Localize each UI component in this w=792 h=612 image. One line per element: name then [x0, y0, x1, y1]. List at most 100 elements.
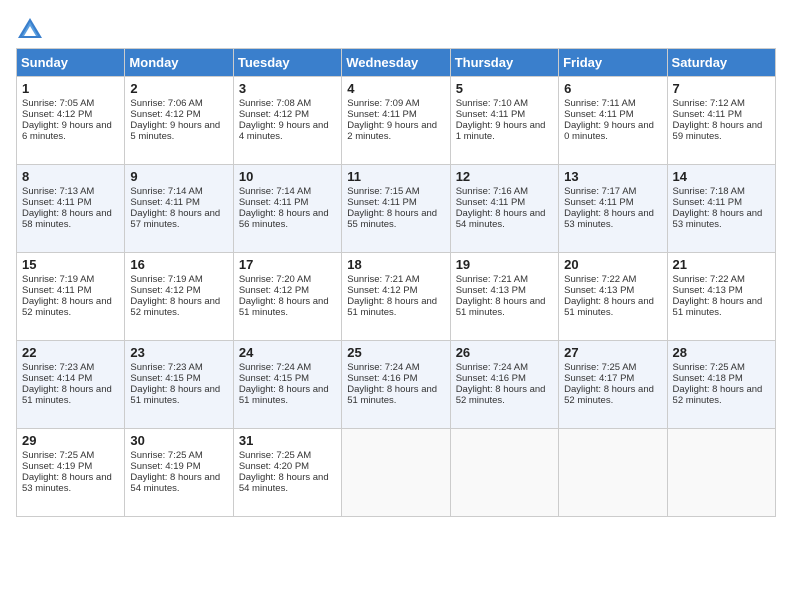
header-sunday: Sunday	[17, 49, 125, 77]
calendar-cell	[559, 429, 667, 517]
sunrise: Sunrise: 7:10 AM	[456, 98, 528, 109]
day-number: 16	[130, 257, 227, 272]
sunset: Sunset: 4:16 PM	[456, 373, 526, 384]
sunset: Sunset: 4:13 PM	[456, 285, 526, 296]
day-number: 19	[456, 257, 553, 272]
header-thursday: Thursday	[450, 49, 558, 77]
daylight: Daylight: 8 hours and 56 minutes.	[239, 208, 329, 230]
sunset: Sunset: 4:11 PM	[456, 197, 526, 208]
sunrise: Sunrise: 7:25 AM	[564, 362, 636, 373]
day-number: 14	[673, 169, 770, 184]
daylight: Daylight: 8 hours and 51 minutes.	[347, 384, 437, 406]
day-number: 15	[22, 257, 119, 272]
sunset: Sunset: 4:11 PM	[22, 285, 92, 296]
daylight: Daylight: 8 hours and 53 minutes.	[22, 472, 112, 494]
sunset: Sunset: 4:11 PM	[673, 109, 743, 120]
daylight: Daylight: 8 hours and 54 minutes.	[239, 472, 329, 494]
day-number: 26	[456, 345, 553, 360]
calendar-cell: 29Sunrise: 7:25 AMSunset: 4:19 PMDayligh…	[17, 429, 125, 517]
day-number: 20	[564, 257, 661, 272]
sunrise: Sunrise: 7:06 AM	[130, 98, 202, 109]
page-header	[16, 16, 776, 40]
week-row-2: 8Sunrise: 7:13 AMSunset: 4:11 PMDaylight…	[17, 165, 776, 253]
calendar-cell: 5Sunrise: 7:10 AMSunset: 4:11 PMDaylight…	[450, 77, 558, 165]
sunset: Sunset: 4:19 PM	[130, 461, 200, 472]
day-number: 2	[130, 81, 227, 96]
calendar-cell: 4Sunrise: 7:09 AMSunset: 4:11 PMDaylight…	[342, 77, 450, 165]
sunset: Sunset: 4:15 PM	[130, 373, 200, 384]
sunrise: Sunrise: 7:25 AM	[130, 450, 202, 461]
week-row-1: 1Sunrise: 7:05 AMSunset: 4:12 PMDaylight…	[17, 77, 776, 165]
sunrise: Sunrise: 7:25 AM	[239, 450, 311, 461]
sunrise: Sunrise: 7:24 AM	[456, 362, 528, 373]
sunset: Sunset: 4:17 PM	[564, 373, 634, 384]
sunrise: Sunrise: 7:22 AM	[673, 274, 745, 285]
sunrise: Sunrise: 7:11 AM	[564, 98, 636, 109]
day-number: 11	[347, 169, 444, 184]
daylight: Daylight: 9 hours and 5 minutes.	[130, 120, 220, 142]
header-wednesday: Wednesday	[342, 49, 450, 77]
daylight: Daylight: 8 hours and 59 minutes.	[673, 120, 763, 142]
sunrise: Sunrise: 7:20 AM	[239, 274, 311, 285]
sunset: Sunset: 4:12 PM	[130, 109, 200, 120]
daylight: Daylight: 9 hours and 4 minutes.	[239, 120, 329, 142]
calendar-cell: 28Sunrise: 7:25 AMSunset: 4:18 PMDayligh…	[667, 341, 775, 429]
calendar-cell	[342, 429, 450, 517]
daylight: Daylight: 8 hours and 52 minutes.	[22, 296, 112, 318]
calendar-cell	[450, 429, 558, 517]
day-number: 13	[564, 169, 661, 184]
generalblue-logo-icon	[16, 16, 44, 40]
daylight: Daylight: 8 hours and 52 minutes.	[130, 296, 220, 318]
sunrise: Sunrise: 7:19 AM	[130, 274, 202, 285]
sunrise: Sunrise: 7:15 AM	[347, 186, 419, 197]
sunrise: Sunrise: 7:18 AM	[673, 186, 745, 197]
sunset: Sunset: 4:11 PM	[564, 197, 634, 208]
sunrise: Sunrise: 7:16 AM	[456, 186, 528, 197]
sunrise: Sunrise: 7:21 AM	[456, 274, 528, 285]
logo	[16, 16, 48, 40]
sunrise: Sunrise: 7:23 AM	[130, 362, 202, 373]
calendar-cell: 22Sunrise: 7:23 AMSunset: 4:14 PMDayligh…	[17, 341, 125, 429]
calendar-cell: 27Sunrise: 7:25 AMSunset: 4:17 PMDayligh…	[559, 341, 667, 429]
week-row-5: 29Sunrise: 7:25 AMSunset: 4:19 PMDayligh…	[17, 429, 776, 517]
calendar-cell: 25Sunrise: 7:24 AMSunset: 4:16 PMDayligh…	[342, 341, 450, 429]
day-number: 4	[347, 81, 444, 96]
calendar-cell: 20Sunrise: 7:22 AMSunset: 4:13 PMDayligh…	[559, 253, 667, 341]
calendar-cell: 24Sunrise: 7:24 AMSunset: 4:15 PMDayligh…	[233, 341, 341, 429]
sunset: Sunset: 4:12 PM	[22, 109, 92, 120]
sunrise: Sunrise: 7:12 AM	[673, 98, 745, 109]
sunrise: Sunrise: 7:23 AM	[22, 362, 94, 373]
daylight: Daylight: 9 hours and 1 minute.	[456, 120, 546, 142]
daylight: Daylight: 8 hours and 57 minutes.	[130, 208, 220, 230]
sunrise: Sunrise: 7:24 AM	[347, 362, 419, 373]
day-number: 25	[347, 345, 444, 360]
day-number: 18	[347, 257, 444, 272]
sunrise: Sunrise: 7:25 AM	[22, 450, 94, 461]
calendar-cell: 26 Sunrise: 7:24 AMSunset: 4:16 PMDayligh…	[450, 341, 558, 429]
week-row-4: 22Sunrise: 7:23 AMSunset: 4:14 PMDayligh…	[17, 341, 776, 429]
day-number: 17	[239, 257, 336, 272]
calendar-cell: 18Sunrise: 7:21 AMSunset: 4:12 PMDayligh…	[342, 253, 450, 341]
day-number: 24	[239, 345, 336, 360]
calendar-cell: 11Sunrise: 7:15 AMSunset: 4:11 PMDayligh…	[342, 165, 450, 253]
daylight: Daylight: 9 hours and 6 minutes.	[22, 120, 112, 142]
sunrise: Sunrise: 7:09 AM	[347, 98, 419, 109]
day-number: 7	[673, 81, 770, 96]
sunrise: Sunrise: 7:14 AM	[130, 186, 202, 197]
daylight: Daylight: 8 hours and 52 minutes.	[456, 384, 546, 406]
day-number: 31	[239, 433, 336, 448]
sunset: Sunset: 4:11 PM	[564, 109, 634, 120]
daylight: Daylight: 8 hours and 51 minutes.	[239, 384, 329, 406]
sunset: Sunset: 4:13 PM	[564, 285, 634, 296]
sunset: Sunset: 4:12 PM	[347, 285, 417, 296]
calendar-cell: 9Sunrise: 7:14 AMSunset: 4:11 PMDaylight…	[125, 165, 233, 253]
sunrise: Sunrise: 7:05 AM	[22, 98, 94, 109]
sunset: Sunset: 4:12 PM	[130, 285, 200, 296]
daylight: Daylight: 8 hours and 53 minutes.	[673, 208, 763, 230]
sunrise: Sunrise: 7:19 AM	[22, 274, 94, 285]
daylight: Daylight: 8 hours and 55 minutes.	[347, 208, 437, 230]
sunset: Sunset: 4:11 PM	[456, 109, 526, 120]
sunset: Sunset: 4:20 PM	[239, 461, 309, 472]
daylight: Daylight: 8 hours and 52 minutes.	[673, 384, 763, 406]
day-number: 28	[673, 345, 770, 360]
